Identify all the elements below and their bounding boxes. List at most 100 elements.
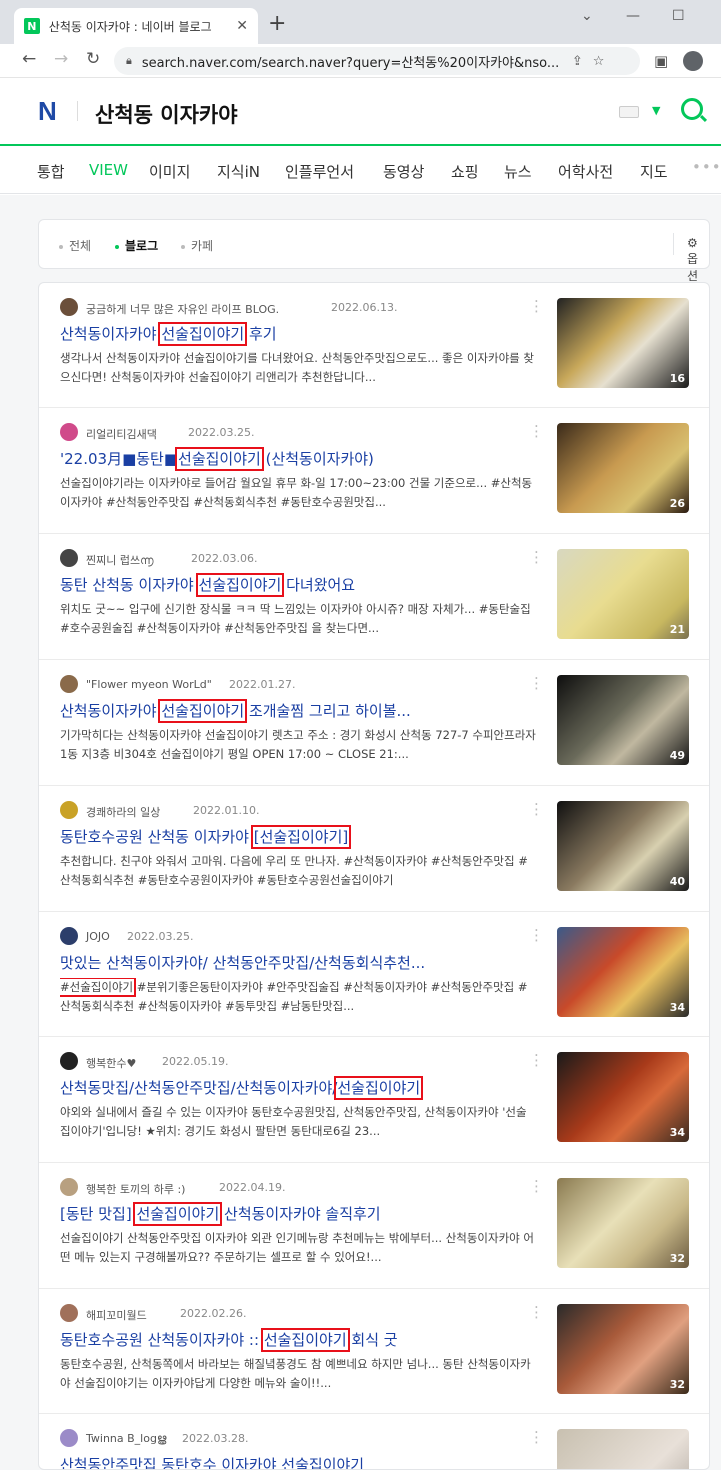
result-thumbnail[interactable]: 26 (557, 423, 689, 513)
result-thumbnail[interactable]: 34 (557, 1052, 689, 1142)
author-avatar[interactable] (60, 549, 78, 567)
description-text: 기가막히다는 산척동이자카야 선술집이야기 렛츠고 주소 : 경기 화성시 산척… (60, 728, 536, 761)
author-name[interactable]: JOJO (86, 930, 110, 943)
address-bar[interactable]: 🔒︎ search.naver.com/search.naver?query=산… (114, 47, 640, 75)
sidepanel-icon[interactable]: ▣ (654, 52, 668, 70)
more-options-icon[interactable]: ⋮ (529, 1303, 544, 1321)
author-avatar[interactable] (60, 1052, 78, 1070)
back-icon[interactable]: ← (22, 49, 36, 69)
result-title[interactable]: [동탄 맛집] 선술집이야기 산척동이자카야 솔직후기 (60, 1202, 544, 1226)
more-options-icon[interactable]: ⋮ (529, 926, 544, 944)
tab-integrated[interactable]: 통합 (37, 161, 65, 182)
result-thumbnail[interactable]: 49 (557, 675, 689, 765)
result-title[interactable]: 동탄호수공원 산척동이자카야 :: 선술집이야기 회식 굿 (60, 1328, 544, 1352)
result-title[interactable]: 산척동이자카야 선술집이야기 조개술찜 그리고 하이볼... (60, 699, 544, 723)
share-icon[interactable]: ⇪ (572, 54, 583, 69)
more-options-icon[interactable]: ⋮ (529, 800, 544, 818)
author-avatar[interactable] (60, 801, 78, 819)
filter-blog[interactable]: 블로그 (115, 237, 158, 254)
result-thumbnail[interactable]: 16 (557, 298, 689, 388)
filter-cafe[interactable]: 카페 (181, 237, 213, 254)
result-thumbnail[interactable]: 34 (557, 927, 689, 1017)
search-icon[interactable] (681, 98, 703, 120)
more-options-icon[interactable]: ⋮ (529, 1428, 544, 1446)
result-item[interactable]: 궁금하게 너무 많은 자유인 라이프 BLOG. 2022.06.13. ⋮ 산척동이… (39, 283, 709, 408)
author-name[interactable]: 행복한수♥ (86, 1055, 136, 1071)
author-avatar[interactable] (60, 1429, 78, 1447)
close-tab-icon[interactable]: ✕ (236, 18, 248, 34)
result-item[interactable]: Twinna B_logൠ 2022.03.28. ⋮ 산척동안주맛집 동탄호수 이자… (39, 1414, 709, 1469)
maximize-icon[interactable]: ☐ (672, 8, 685, 24)
star-icon[interactable]: ☆ (593, 54, 605, 69)
result-title[interactable]: 동탄호수공원 산척동 이자카야 [선술집이야기] (60, 825, 544, 849)
profile-icon[interactable] (683, 51, 703, 71)
highlighted-keyword: 선술집이야기 (334, 1076, 424, 1100)
result-item[interactable]: 찐찌니 럽쓰൬ 2022.03.06. ⋮ 동탄 산척동 이자카야 선술집이야기 다녀… (39, 534, 709, 660)
filter-all[interactable]: 전체 (59, 237, 91, 254)
tab-map[interactable]: 지도 (640, 161, 668, 182)
more-options-icon[interactable]: ⋮ (529, 674, 544, 692)
author-name[interactable]: 해피꼬미월드 (86, 1307, 147, 1323)
author-name[interactable]: 리얼리티김새댁 (86, 426, 157, 442)
forward-icon[interactable]: → (54, 49, 68, 69)
tab-shopping[interactable]: 쇼핑 (451, 161, 479, 182)
result-thumbnail[interactable]: 32 (557, 1304, 689, 1394)
result-item[interactable]: JOJO 2022.03.25. ⋮ 맛있는 산척동이자카야/ 산척동안주맛집/산척동… (39, 912, 709, 1037)
author-name[interactable]: Twinna B_logൠ (86, 1432, 166, 1446)
author-avatar[interactable] (60, 1304, 78, 1322)
result-thumbnail[interactable]: 21 (557, 549, 689, 639)
author-name[interactable]: 궁금하게 너무 많은 자유인 라이프 BLOG. (86, 301, 279, 317)
result-item[interactable]: 행복한수♥ 2022.05.19. ⋮ 산척동맛집/산척동안주맛집/산척동이자카야/선… (39, 1037, 709, 1163)
result-thumbnail[interactable]: 32 (557, 1178, 689, 1268)
keyboard-icon[interactable] (619, 106, 639, 118)
search-query[interactable]: 산척동 이자카야 (95, 99, 238, 129)
highlighted-hashtag[interactable]: #선술집이야기 (60, 978, 137, 997)
result-title[interactable]: 산척동안주맛집 동탄호수 이자카야 선술집이야기 (60, 1454, 544, 1469)
result-item[interactable]: 경쾌하라의 일상 2022.01.10. ⋮ 동탄호수공원 산척동 이자카야 [선술집… (39, 786, 709, 912)
tab-news[interactable]: 뉴스 (504, 161, 532, 182)
result-title[interactable]: 산척동이자카야 선술집이야기 후기 (60, 322, 544, 346)
result-item[interactable]: 행복한 토끼의 하루 :) 2022.04.19. ⋮ [동탄 맛집] 선술집이야기 … (39, 1163, 709, 1289)
result-title[interactable]: 산척동맛집/산척동안주맛집/산척동이자카야/선술집이야기 (60, 1076, 544, 1100)
author-avatar[interactable] (60, 927, 78, 945)
naver-logo[interactable]: N (38, 98, 62, 124)
keyboard-dropdown-icon[interactable]: ▼ (652, 104, 660, 117)
more-options-icon[interactable]: ⋮ (529, 1051, 544, 1069)
result-description: 위치도 굿~~ 입구에 신기한 장식물 ㅋㅋ 딱 느낌있는 이자카야 아시쥬? … (60, 600, 536, 638)
more-options-icon[interactable]: ⋮ (529, 1177, 544, 1195)
tab-view[interactable]: VIEW (89, 161, 128, 179)
tab-knowledge-in[interactable]: 지식iN (217, 161, 260, 182)
result-item[interactable]: 해피꼬미월드 2022.02.26. ⋮ 동탄호수공원 산척동이자카야 :: 선술집이… (39, 1289, 709, 1414)
new-tab-button[interactable]: + (268, 12, 286, 36)
author-avatar[interactable] (60, 298, 78, 316)
tab-images[interactable]: 이미지 (149, 161, 190, 182)
tab-search-icon[interactable]: ⌄ (581, 8, 593, 24)
tab-dictionary[interactable]: 어학사전 (558, 161, 613, 182)
reload-icon[interactable]: ↻ (86, 49, 100, 69)
result-thumbnail[interactable] (557, 1429, 689, 1469)
more-options-icon[interactable]: ⋮ (529, 297, 544, 315)
result-item[interactable]: 리얼리티김새댁 2022.03.25. ⋮ '22.03月■동탄■선술집이야기 (산척… (39, 408, 709, 534)
url-text[interactable]: search.naver.com/search.naver?query=산척동%… (142, 52, 562, 71)
more-options-icon[interactable]: ⋮ (529, 548, 544, 566)
tab-video[interactable]: 동영상 (383, 161, 424, 182)
result-title[interactable]: '22.03月■동탄■선술집이야기 (산척동이자카야) (60, 447, 544, 471)
lock-icon[interactable]: 🔒︎ (126, 54, 132, 68)
author-name[interactable]: 경쾌하라의 일상 (86, 804, 160, 820)
author-avatar[interactable] (60, 675, 78, 693)
result-item[interactable]: "Flower myeon WorLd" 2022.01.27. ⋮ 산척동이자카야 … (39, 660, 709, 786)
more-tabs-icon[interactable]: ••• (692, 158, 721, 176)
author-avatar[interactable] (60, 1178, 78, 1196)
browser-tab[interactable]: N 산척동 이자카야 : 네이버 블로그 ✕ (14, 8, 258, 44)
options-button[interactable]: ⚙︎ 옵션 (687, 236, 709, 284)
result-title[interactable]: 동탄 산척동 이자카야 선술집이야기 다녀왔어요 (60, 573, 544, 597)
result-thumbnail[interactable]: 40 (557, 801, 689, 891)
result-title[interactable]: 맛있는 산척동이자카야/ 산척동안주맛집/산척동회식추천... (60, 952, 544, 973)
minimize-icon[interactable]: — (626, 8, 640, 24)
author-name[interactable]: 행복한 토끼의 하루 :) (86, 1181, 185, 1197)
author-avatar[interactable] (60, 423, 78, 441)
author-name[interactable]: 찐찌니 럽쓰൬ (86, 552, 153, 568)
author-name[interactable]: "Flower myeon WorLd" (86, 678, 212, 691)
tab-influencer[interactable]: 인플루언서 (285, 161, 354, 182)
more-options-icon[interactable]: ⋮ (529, 422, 544, 440)
